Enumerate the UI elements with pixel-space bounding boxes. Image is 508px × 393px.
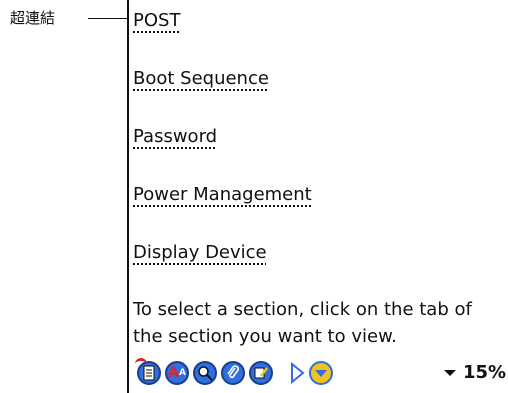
link-post[interactable]: POST xyxy=(133,10,180,32)
scroll-down-icon[interactable] xyxy=(309,361,333,385)
instruction-line-2: the section you want to view. xyxy=(133,326,397,347)
callout-label: 超連結 xyxy=(10,9,56,27)
link-power-management[interactable]: Power Management xyxy=(133,184,312,206)
link-boot-sequence[interactable]: Boot Sequence xyxy=(133,68,269,90)
find-icon[interactable] xyxy=(193,361,217,385)
next-page-arrow-icon[interactable] xyxy=(287,361,307,385)
zoom-level-value[interactable]: 15% xyxy=(463,362,506,384)
reader-toolbar: AA 15% xyxy=(135,358,508,389)
zoom-dropdown-icon[interactable] xyxy=(441,361,459,385)
instruction-text: To select a section, click on the tab of… xyxy=(133,296,508,350)
font-size-icon[interactable]: AA xyxy=(165,361,189,385)
attachment-icon[interactable] xyxy=(221,361,245,385)
note-edit-icon[interactable] xyxy=(249,361,273,385)
toc-red-arc xyxy=(135,358,147,368)
instruction-line-1: To select a section, click on the tab of xyxy=(133,299,472,320)
link-display-device[interactable]: Display Device xyxy=(133,242,267,264)
callout-pointer-line xyxy=(88,18,128,19)
link-password[interactable]: Password xyxy=(133,126,217,148)
document-screen: POST Boot Sequence Password Power Manage… xyxy=(127,0,508,393)
